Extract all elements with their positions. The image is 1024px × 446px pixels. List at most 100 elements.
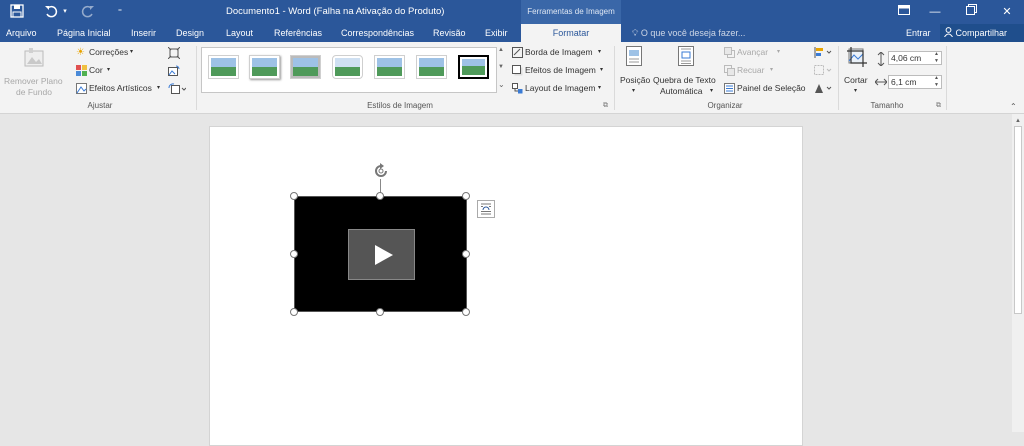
posicao-button[interactable]: Posição ▾ [618, 45, 652, 99]
ribbon: Remover Plano de Fundo ☀ Correções ▾ Cor… [0, 42, 1024, 114]
remove-background-label-2: de Fundo [16, 87, 52, 97]
dialog-launcher-icon[interactable]: ⧉ [936, 102, 941, 110]
selection-pane-icon [724, 83, 735, 96]
picture-border-icon [512, 47, 523, 60]
tamanho-group-label: Tamanho [870, 101, 904, 110]
cor-label: Cor [89, 65, 103, 75]
picture-style-thumb[interactable] [208, 55, 239, 79]
chevron-down-icon: ▾ [598, 85, 602, 91]
quebra-label-2: Automática [660, 86, 703, 96]
picture-style-thumb[interactable] [416, 55, 447, 79]
tell-me-placeholder: O que você deseja fazer... [640, 28, 746, 38]
stepper-arrows-icon[interactable]: ▲ ▼ [934, 51, 939, 65]
tell-me-box[interactable]: 💡︎ O que você deseja fazer... [632, 24, 745, 42]
align-icon[interactable] [814, 47, 832, 60]
group-divider [614, 46, 615, 110]
close-icon[interactable]: ✕ [992, 0, 1022, 24]
shape-width-icon [874, 77, 888, 89]
quebra-de-texto-button[interactable]: Quebra de Texto Automática ▾ [652, 45, 722, 99]
video-thumbnail[interactable] [294, 196, 467, 312]
borda-label: Borda de Imagem [525, 47, 593, 57]
estilos-group-label: Estilos de Imagem [367, 101, 433, 110]
rotate-handle-icon[interactable] [373, 163, 389, 181]
ribbon-display-options-icon[interactable] [889, 0, 919, 24]
cortar-label: Cortar [844, 75, 868, 85]
resize-handle[interactable] [462, 250, 470, 258]
resize-handle[interactable] [462, 308, 470, 316]
efeitos-artisticos-label: Efeitos Artísticos [89, 83, 152, 93]
gallery-more-icon[interactable]: ⌄ [498, 80, 505, 89]
minimize-icon[interactable]: — [920, 0, 950, 24]
scroll-up-icon[interactable]: ▲ [1015, 118, 1021, 124]
resize-handle[interactable] [290, 308, 298, 316]
document-page[interactable] [209, 126, 803, 446]
resize-handle[interactable] [290, 250, 298, 258]
ribbon-tabs: Arquivo Página Inicial Inserir Design La… [0, 24, 1024, 42]
picture-layout-icon [512, 83, 523, 96]
width-stepper[interactable]: 6,1 cm ▲ ▼ [888, 75, 942, 89]
context-tab-group-label: Ferramentas de Imagem [521, 0, 621, 24]
picture-styles-gallery[interactable] [201, 47, 497, 93]
vertical-scrollbar[interactable]: ▲ [1012, 114, 1024, 432]
resize-handle[interactable] [290, 192, 298, 200]
dialog-launcher-icon[interactable]: ⧉ [603, 102, 608, 110]
collapse-ribbon-icon[interactable]: ⌃ [1010, 102, 1017, 111]
group-divider [946, 46, 947, 110]
sign-in-link[interactable]: Entrar [906, 24, 931, 42]
chevron-down-icon: ▾ [107, 67, 111, 73]
resize-handle[interactable] [376, 308, 384, 316]
save-icon[interactable] [8, 4, 26, 20]
remove-background-button[interactable]: Remover Plano de Fundo [2, 46, 66, 100]
resize-handle[interactable] [462, 192, 470, 200]
share-label: Compartilhar [955, 28, 1008, 38]
width-value: 6,1 cm [891, 77, 917, 87]
tab-exibir[interactable]: Exibir [485, 24, 508, 42]
layout-options-icon[interactable] [477, 200, 495, 218]
customize-qat-icon[interactable]: ⁼ [114, 4, 126, 20]
resize-handle[interactable] [376, 192, 384, 200]
picture-style-thumb[interactable] [374, 55, 405, 79]
tab-referencias[interactable]: Referências [274, 24, 322, 42]
tab-layout[interactable]: Layout [226, 24, 253, 42]
height-value: 4,06 cm [891, 53, 922, 63]
cortar-button[interactable]: Cortar ▾ [842, 45, 874, 99]
chevron-down-icon: ▾ [777, 49, 781, 55]
tab-inserir[interactable]: Inserir [131, 24, 156, 42]
undo-icon[interactable] [42, 4, 60, 20]
picture-style-thumb[interactable] [290, 55, 321, 79]
change-picture-icon[interactable] [168, 65, 180, 79]
chevron-down-icon: ▾ [130, 49, 134, 55]
tab-arquivo[interactable]: Arquivo [6, 24, 37, 42]
picture-style-thumb-selected[interactable] [458, 55, 489, 79]
restore-icon[interactable] [956, 0, 986, 24]
tab-revisao[interactable]: Revisão [433, 24, 466, 42]
chevron-down-icon: ▾ [632, 88, 636, 94]
compress-pictures-icon[interactable] [167, 46, 181, 61]
picture-style-thumb[interactable] [332, 55, 363, 79]
painel-label: Painel de Seleção [737, 83, 806, 93]
quebra-label-1: Quebra de Texto [653, 75, 716, 85]
tab-pagina-inicial[interactable]: Página Inicial [57, 24, 111, 42]
undo-dropdown-icon[interactable]: ▾ [60, 4, 70, 20]
tab-formatar[interactable]: Formatar [521, 24, 621, 42]
height-stepper[interactable]: 4,06 cm ▲ ▼ [888, 51, 942, 65]
lightbulb-icon: 💡︎ [632, 28, 639, 38]
stepper-arrows-icon[interactable]: ▲ ▼ [934, 75, 939, 89]
picture-style-thumb[interactable] [249, 55, 280, 79]
rotate-icon[interactable] [814, 83, 832, 96]
scrollbar-thumb[interactable] [1014, 126, 1022, 314]
chevron-down-icon: ▾ [157, 85, 161, 91]
remove-background-label-1: Remover Plano [4, 76, 63, 86]
gallery-up-icon[interactable]: ▲ [498, 47, 504, 53]
tab-design[interactable]: Design [176, 24, 204, 42]
reset-picture-icon[interactable] [168, 83, 187, 97]
tab-correspondencias[interactable]: Correspondências [341, 24, 414, 42]
document-workspace: ▲ [0, 114, 1024, 446]
share-button[interactable]: Compartilhar [940, 24, 1024, 42]
gallery-down-icon[interactable]: ▼ [498, 64, 504, 70]
shape-height-icon [876, 51, 886, 68]
chevron-down-icon: ▾ [770, 67, 774, 73]
layout-label: Layout de Imagem [525, 83, 596, 93]
chevron-down-icon: ▾ [600, 67, 604, 73]
play-button[interactable] [348, 229, 415, 280]
